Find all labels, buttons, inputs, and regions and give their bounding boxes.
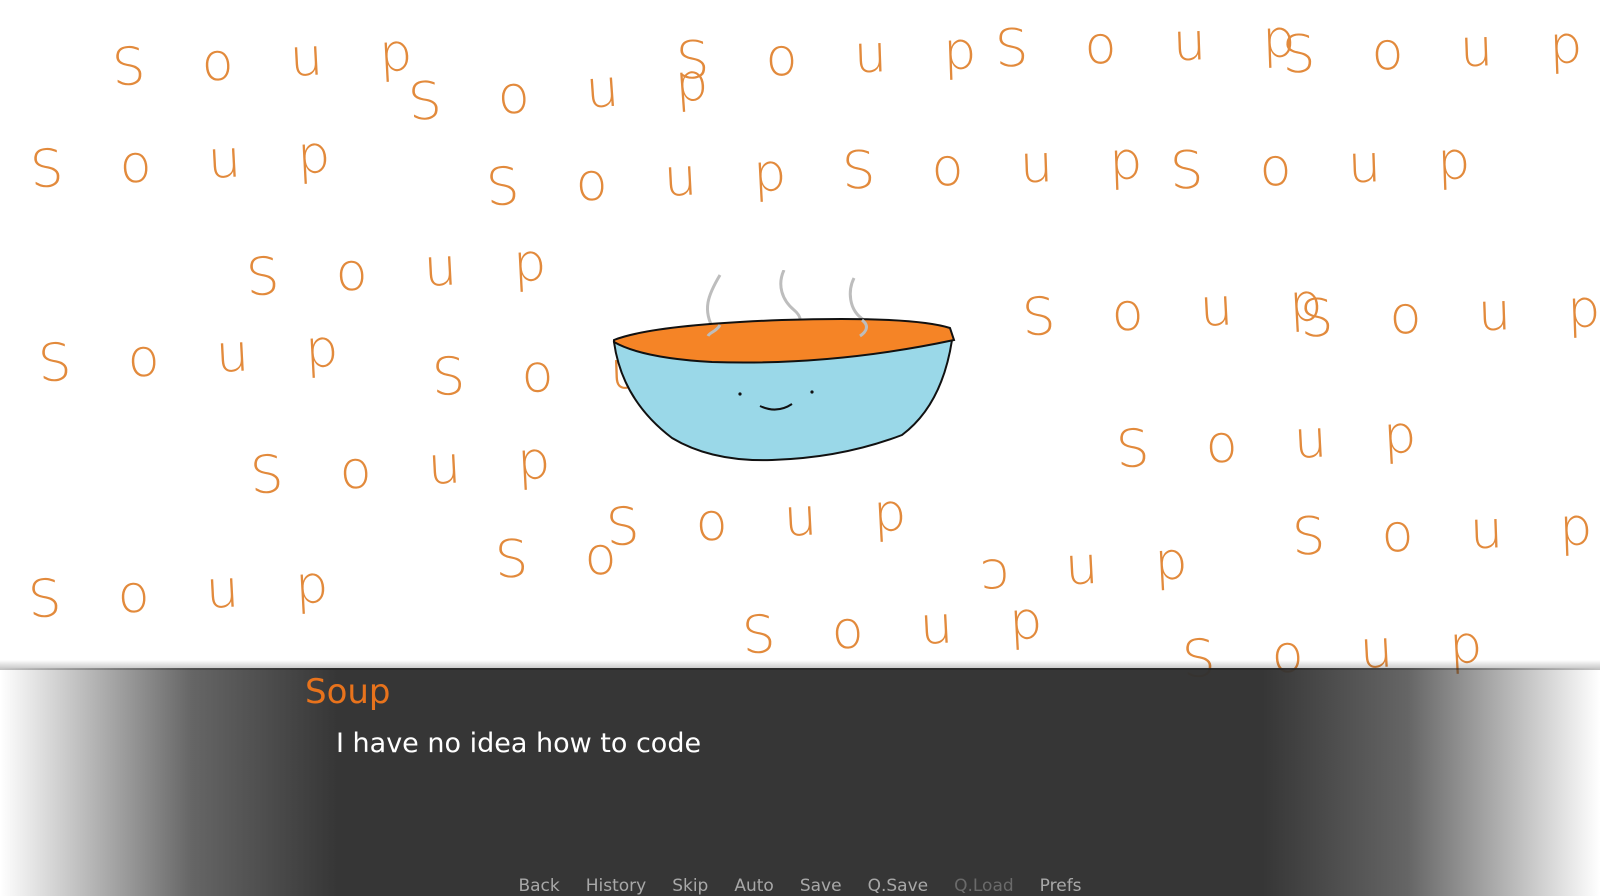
background-soup-word: S o bbox=[493, 525, 638, 591]
background-soup-word: S o u p bbox=[740, 589, 1064, 667]
background-soup-word: S o u p bbox=[26, 553, 350, 631]
background-soup-word: S o u p bbox=[1299, 278, 1600, 350]
quick-menu: Back History Skip Auto Save Q.Save Q.Loa… bbox=[0, 876, 1600, 896]
background-soup-word: S o u p bbox=[994, 8, 1317, 80]
background-soup-word: S o u p bbox=[248, 429, 572, 507]
background-soup-word: S o u p bbox=[675, 20, 998, 92]
background-soup-word: S o u p bbox=[1114, 403, 1438, 481]
quick-menu-back-button[interactable]: Back bbox=[505, 876, 572, 896]
background-soup-word: S o u p bbox=[36, 317, 360, 395]
quick-menu-quick-load-button[interactable]: Q.Load bbox=[941, 876, 1027, 896]
background-soup-word: S o u p bbox=[604, 481, 928, 559]
quick-menu-skip-button[interactable]: Skip bbox=[659, 876, 721, 896]
quick-menu-save-button[interactable]: Save bbox=[787, 876, 855, 896]
background-soup-word: S o u p bbox=[1281, 14, 1600, 86]
background-soup-word: S o u p bbox=[1291, 496, 1600, 568]
background-soup-word: S o u p bbox=[244, 231, 568, 309]
background-soup-word: S o u p bbox=[841, 130, 1164, 202]
speaker-name: Soup bbox=[305, 672, 391, 712]
dialogue-text: I have no idea how to code bbox=[336, 728, 702, 759]
quick-menu-history-button[interactable]: History bbox=[573, 876, 659, 896]
dialogue-textbox[interactable] bbox=[0, 660, 1600, 896]
background-soup-word: S o u p bbox=[28, 123, 352, 201]
background-soup-word: S o u p bbox=[1020, 271, 1344, 349]
quick-menu-quick-save-button[interactable]: Q.Save bbox=[855, 876, 942, 896]
background-soup-word: S o u p bbox=[484, 141, 808, 219]
background-soup-word: S o u p bbox=[110, 21, 434, 99]
soup-bowl-character bbox=[612, 270, 956, 462]
quick-menu-prefs-button[interactable]: Prefs bbox=[1027, 876, 1095, 896]
bowl-eye-left bbox=[738, 392, 742, 396]
bowl-eye-right bbox=[810, 390, 814, 394]
background-soup-word: S o u p bbox=[1169, 130, 1492, 202]
quick-menu-auto-button[interactable]: Auto bbox=[721, 876, 786, 896]
